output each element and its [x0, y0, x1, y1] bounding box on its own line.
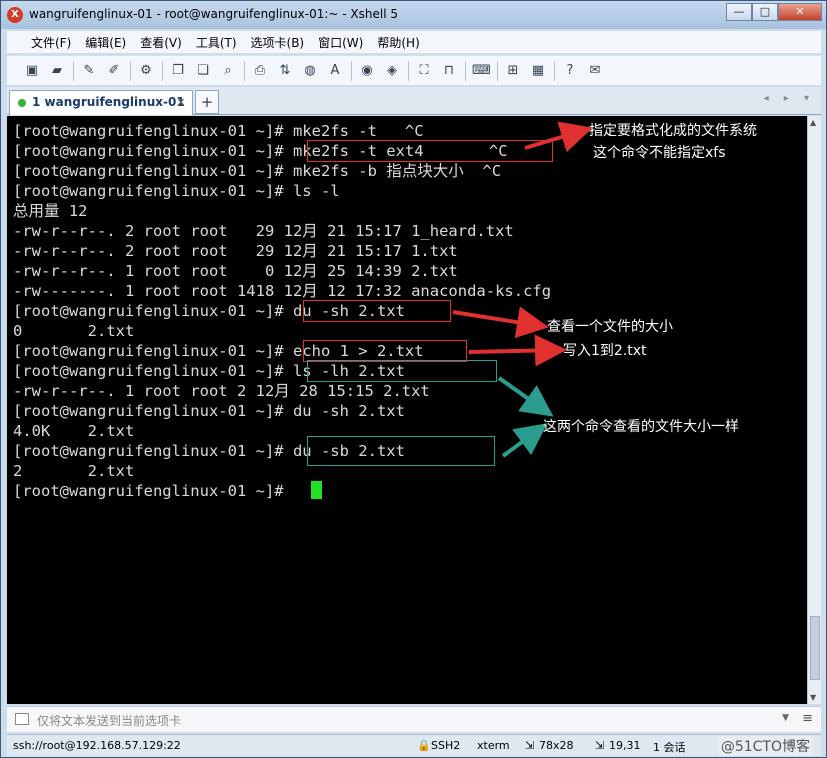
status-cursor-pos: 19,31: [609, 739, 641, 752]
status-protocol: SSH2: [431, 739, 461, 752]
scroll-down-icon[interactable]: ▼: [810, 693, 816, 702]
help-icon[interactable]: ?: [561, 62, 579, 80]
connect-icon[interactable]: ✎: [80, 62, 98, 80]
annotation-write: 写入1到2.txt: [563, 343, 647, 359]
status-size: 78x28: [539, 739, 574, 752]
arrow-to-a4-lower: [501, 423, 548, 458]
tab-close-icon[interactable]: ×: [176, 95, 186, 109]
terminal-screen[interactable]: [root@wangruifenglinux-01 ~]# mke2fs -t …: [7, 116, 807, 704]
lock-icon: 🔒: [417, 739, 431, 752]
fullscreen-icon[interactable]: ⛶: [415, 62, 433, 80]
menu-help[interactable]: 帮助(H): [371, 34, 425, 51]
arrow-to-a3: [468, 334, 567, 367]
menu-tools[interactable]: 工具(T): [190, 34, 243, 51]
menu-tabs[interactable]: 选项卡(B): [245, 34, 311, 51]
cursor-position-icon: ⇲: [595, 739, 605, 752]
vertical-scrollbar[interactable]: ▲ ▼: [807, 116, 821, 704]
window-title: wangruifenglinux-01 - root@wangruifengli…: [29, 7, 398, 21]
new-tab-button[interactable]: +: [195, 90, 219, 114]
menu-view[interactable]: 查看(V): [134, 34, 188, 51]
status-sessions: 1 会话: [653, 741, 686, 754]
add-icon[interactable]: ⊞: [504, 62, 522, 80]
status-connection: ssh://root@192.168.57.129:22: [13, 739, 181, 752]
arrow-to-a2: [452, 306, 549, 339]
toolbar-separator: [244, 60, 245, 81]
xshell-logo-icon: X: [7, 7, 23, 23]
script-icon[interactable]: ◉: [358, 62, 376, 80]
annotation-file-size: 查看一个文件的大小: [547, 319, 673, 335]
chat-icon[interactable]: ✉: [586, 62, 604, 80]
maximize-button[interactable]: □: [752, 3, 778, 21]
lock-icon[interactable]: ⊓: [440, 62, 458, 80]
paste-icon[interactable]: ❏: [194, 62, 212, 80]
arrow-to-a1: [524, 121, 593, 153]
arrow-to-a4-upper: [497, 376, 554, 417]
compose-input[interactable]: 仅将文本发送到当前选项卡: [37, 712, 181, 729]
tab-label: 1 wangruifenglinux-01: [32, 95, 185, 109]
annotation-same-size: 这两个命令查看的文件大小一样: [543, 419, 739, 435]
sftp-icon[interactable]: ◈: [383, 62, 401, 80]
chevron-down-icon[interactable]: ▼: [782, 713, 789, 723]
keyboard-icon[interactable]: ⌨: [472, 62, 491, 80]
window-controls: — □ ✕: [726, 3, 822, 21]
minimize-button[interactable]: —: [726, 3, 752, 21]
compose-bar[interactable]: 仅将文本发送到当前选项卡 ▼ ≡: [7, 706, 821, 732]
toolbar: ▣ ▰ ✎ ✐ ⚙ ❐ ❏ ⌕ ⎙ ⇅ ◍ A ◉ ◈ ⛶ ⊓ ⌨ ⊞ ▦ ? …: [7, 55, 821, 85]
toolbar-separator: [162, 60, 163, 81]
annotation-filesystem: 指定要格式化成的文件系统: [589, 123, 757, 139]
tab-session[interactable]: 1 wangruifenglinux-01 ×: [9, 90, 193, 115]
print-icon[interactable]: ⎙: [251, 62, 269, 80]
size-icon: ⇲: [525, 739, 535, 752]
scroll-up-icon[interactable]: ▲: [810, 118, 816, 127]
connected-status-icon: [18, 99, 26, 107]
layout-icon[interactable]: ▦: [529, 62, 547, 80]
status-bar: ssh://root@192.168.57.129:22 🔒 SSH2 xter…: [7, 734, 821, 756]
toolbar-separator: [130, 60, 131, 81]
menu-edit[interactable]: 编辑(E): [79, 34, 132, 51]
toolbar-separator: [554, 60, 555, 81]
disconnect-icon[interactable]: ✐: [105, 62, 123, 80]
tab-bar: 1 wangruifenglinux-01 × + ◂ ▸ ▾: [7, 87, 821, 115]
menu-window[interactable]: 窗口(W): [312, 34, 369, 51]
menu-file[interactable]: 文件(F): [25, 34, 77, 51]
close-button[interactable]: ✕: [778, 3, 822, 21]
compose-icon: [15, 713, 29, 725]
find-icon[interactable]: ⌕: [219, 62, 237, 80]
annotation-arrows: [452, 121, 593, 458]
open-folder-icon[interactable]: ▰: [48, 62, 66, 80]
toolbar-separator: [73, 60, 74, 81]
copy-icon[interactable]: ❐: [169, 62, 187, 80]
new-session-icon[interactable]: ▣: [23, 62, 41, 80]
scroll-thumb[interactable]: [810, 616, 820, 680]
status-terminal-type: xterm: [477, 739, 510, 752]
transfer-icon[interactable]: ⇅: [276, 62, 294, 80]
properties-icon[interactable]: ⚙: [137, 62, 155, 80]
toolbar-separator: [351, 60, 352, 81]
font-icon[interactable]: A: [326, 62, 344, 80]
tab-navigation-icon[interactable]: ◂ ▸ ▾: [764, 93, 815, 104]
toolbar-separator: [465, 60, 466, 81]
globe-icon[interactable]: ◍: [301, 62, 319, 80]
title-bar[interactable]: X wangruifenglinux-01 - root@wangruifeng…: [1, 1, 826, 29]
menu-bar: 文件(F) 编辑(E) 查看(V) 工具(T) 选项卡(B) 窗口(W) 帮助(…: [7, 31, 821, 53]
menu-icon[interactable]: ≡: [802, 711, 813, 726]
toolbar-separator: [497, 60, 498, 81]
toolbar-separator: [408, 60, 409, 81]
xshell-window: X wangruifenglinux-01 - root@wangruifeng…: [0, 0, 827, 758]
annotation-no-xfs: 这个命令不能指定xfs: [593, 145, 726, 161]
watermark: @51CTO博客: [717, 736, 813, 756]
